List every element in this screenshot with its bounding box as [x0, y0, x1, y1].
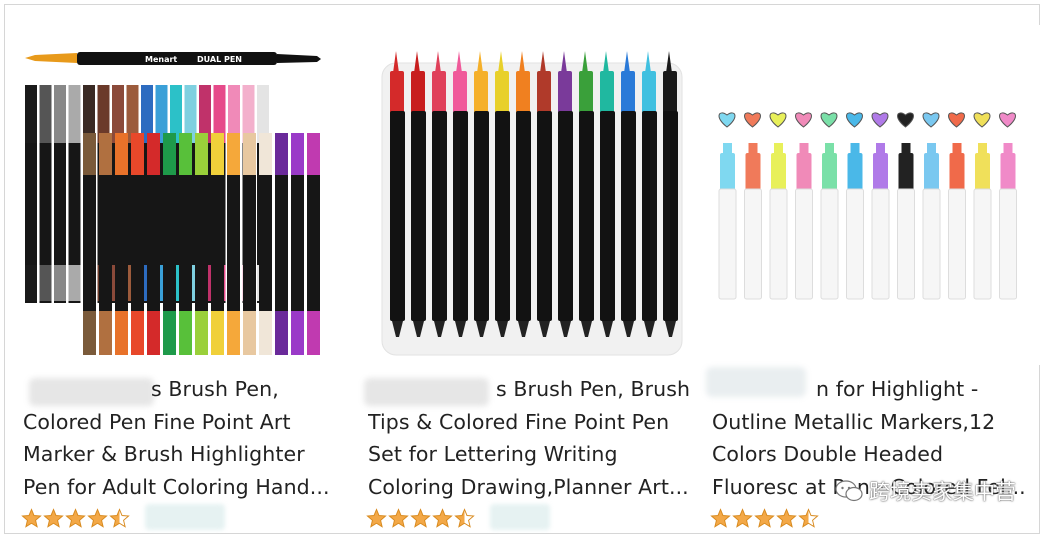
star-icon — [87, 508, 108, 528]
watermark-text: 跨境卖家集中营 — [869, 480, 1016, 504]
star-icon — [432, 508, 453, 528]
star-icon — [109, 508, 130, 528]
product-card[interactable]: Menart DUAL PEN s Brush Pen, Colored Pen… — [17, 5, 357, 535]
watermark: 跨境卖家集中营 — [835, 476, 1016, 506]
star-icon — [454, 508, 475, 528]
star-icon — [21, 508, 42, 528]
star-rating[interactable] — [366, 508, 475, 529]
star-icon — [776, 508, 797, 528]
blurred-rating-count — [490, 504, 550, 530]
svg-text:DUAL PEN: DUAL PEN — [197, 55, 242, 64]
product-title[interactable]: s Brush Pen, Colored Pen Fine Point Art … — [23, 373, 349, 503]
product-image[interactable] — [706, 25, 1045, 365]
star-icon — [65, 508, 86, 528]
product-card[interactable]: n for Highlight - Outline Metallic Marke… — [706, 5, 1045, 535]
blurred-rating-count — [145, 504, 225, 530]
star-icon — [754, 508, 775, 528]
product-card[interactable]: s Brush Pen, Brush Tips & Colored Fine P… — [362, 5, 702, 535]
product-grid: Menart DUAL PEN s Brush Pen, Colored Pen… — [4, 4, 1045, 535]
product-title[interactable]: s Brush Pen, Brush Tips & Colored Fine P… — [368, 373, 694, 503]
dual-pen-illustration: Menart DUAL PEN — [25, 52, 321, 65]
star-icon — [388, 508, 409, 528]
wechat-icon — [835, 480, 863, 502]
star-rating[interactable] — [21, 508, 130, 529]
star-icon — [43, 508, 64, 528]
product-image[interactable]: Menart DUAL PEN — [17, 25, 357, 365]
star-icon — [710, 508, 731, 528]
svg-text:Menart: Menart — [145, 55, 177, 64]
star-rating[interactable] — [710, 508, 819, 529]
star-icon — [732, 508, 753, 528]
star-icon — [366, 508, 387, 528]
star-icon — [410, 508, 431, 528]
product-image[interactable] — [362, 25, 702, 365]
star-icon — [798, 508, 819, 528]
